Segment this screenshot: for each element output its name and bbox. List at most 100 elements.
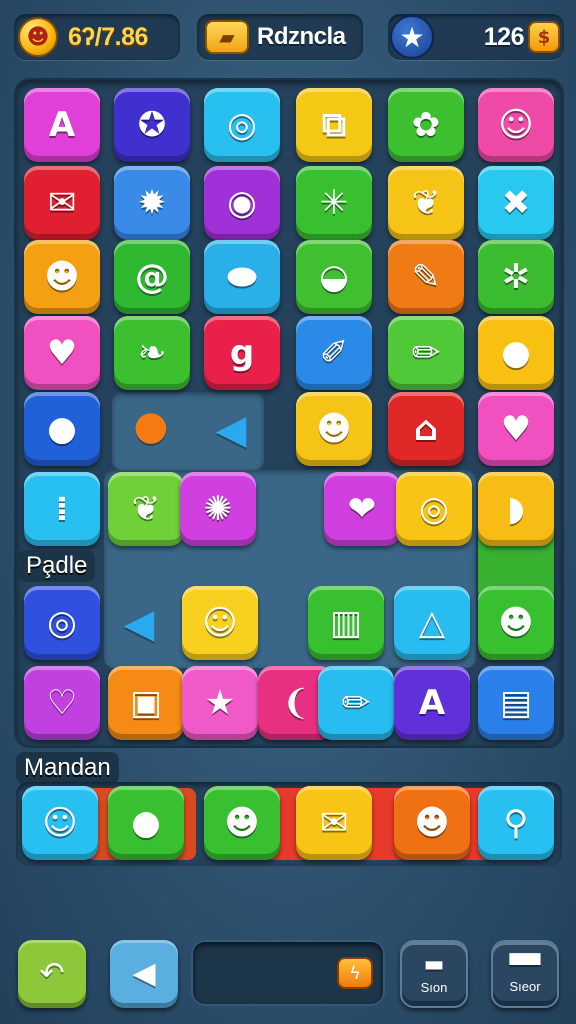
- tile-book-blue[interactable]: ▤: [478, 666, 554, 740]
- tile-pencil-blue-icon: ✐: [319, 333, 349, 373]
- tile-domino-cyan-icon: ⁞: [55, 489, 69, 529]
- tile-leaf-lime-icon: ❦: [131, 489, 161, 529]
- stats-button[interactable]: ▀▀ Sıeor: [491, 940, 559, 1008]
- tile-chat-red[interactable]: ✉: [24, 166, 100, 240]
- strip-devil-orange[interactable]: ☻: [394, 786, 470, 860]
- lightning-booster-icon[interactable]: ϟ: [337, 957, 373, 989]
- tile-triangle-cyan-icon: △: [418, 603, 446, 643]
- tile-heart-pink[interactable]: ♥: [24, 316, 100, 390]
- tile-g-red[interactable]: g: [204, 316, 280, 390]
- tile-letter-a-pink-icon: A: [48, 105, 76, 145]
- tile-leaf-lime[interactable]: ❦: [108, 472, 184, 546]
- tile-jar-orange[interactable]: ▣: [108, 666, 184, 740]
- tile-marker-green-icon: ✏: [411, 333, 441, 373]
- tile-turtle-green[interactable]: ✿: [388, 88, 464, 162]
- tile-bars-green[interactable]: ▥: [308, 586, 384, 660]
- tile-pencil-cyan[interactable]: ✏: [318, 666, 394, 740]
- tile-leaf-green-icon: ❧: [137, 333, 167, 373]
- tile-apple-blue[interactable]: ●: [24, 392, 100, 466]
- tile-bear-yellow[interactable]: ☺: [182, 586, 258, 660]
- tile-a-purple[interactable]: A: [394, 666, 470, 740]
- strip-envelope-yellow-icon: ✉: [319, 803, 349, 843]
- tile-star-pink[interactable]: ★: [182, 666, 258, 740]
- undo-icon: ↶: [39, 956, 65, 991]
- puzzle-board: A ✪ ◎ ⧉ ✿ ☺ ✉ ✹ ◉ ✳ ❦ ✖ ☻ @ ⬬ ◒ ✎ ✲ ♥ ❧ g ✐ ✏ ● ● ☻ ⌂ ♥ ⁞ ❦ ✺ ❤ ◎ ◗ ◎ ☺ ▥ △ ☻ ♡…: [16, 80, 562, 746]
- tile-a-purple-icon: A: [418, 683, 446, 723]
- tile-ring-blue-icon: ◎: [47, 603, 77, 643]
- tile-blocks-yellow[interactable]: ⧉: [296, 88, 372, 162]
- tile-star-shield[interactable]: ✪: [114, 88, 190, 162]
- section-label-one: Pa̧dle: [18, 550, 96, 582]
- tile-leaf-green[interactable]: ❧: [114, 316, 190, 390]
- tile-cross-cyan[interactable]: ✖: [478, 166, 554, 240]
- tile-cloud-pink[interactable]: ♥: [478, 392, 554, 466]
- strip-apple-green-icon: ●: [131, 803, 161, 843]
- strip-apple-green[interactable]: ●: [108, 786, 184, 860]
- tile-marker-green[interactable]: ✏: [388, 316, 464, 390]
- shop-label: Sıon: [420, 979, 448, 995]
- strip-smiley-cyan[interactable]: ☺: [22, 786, 98, 860]
- tile-swirl-cyan-icon: ◎: [227, 105, 257, 145]
- tile-sun-green[interactable]: ✳: [296, 166, 372, 240]
- tile-leaf-yellow[interactable]: ❦: [388, 166, 464, 240]
- tile-bear-green-icon: ☻: [498, 603, 534, 643]
- tile-sun-green-icon: ✳: [319, 183, 349, 223]
- tile-bear-green[interactable]: ☻: [478, 586, 554, 660]
- gold-bar-icon: ▰: [205, 20, 249, 54]
- tile-g-red-icon: g: [229, 333, 255, 373]
- tile-cat-orange[interactable]: ☻: [24, 240, 100, 314]
- tile-scroll-orange[interactable]: ✎: [388, 240, 464, 314]
- tile-bowl-green[interactable]: ◒: [296, 240, 372, 314]
- tile-leaf-yellow-icon: ❦: [411, 183, 441, 223]
- tile-pear-yellow[interactable]: ●: [478, 316, 554, 390]
- strip-magnifier-cyan[interactable]: ⚲: [478, 786, 554, 860]
- bird-piece-one[interactable]: ◀: [196, 400, 266, 460]
- strip-magnifier-cyan-icon: ⚲: [503, 803, 529, 843]
- lightning-glyph: ϟ: [349, 962, 361, 984]
- tile-target-yellow[interactable]: ◎: [396, 472, 472, 546]
- tile-letter-a-pink[interactable]: A: [24, 88, 100, 162]
- tile-apple-blue-icon: ●: [47, 409, 77, 449]
- bird-piece-two-icon: ◀: [123, 601, 155, 647]
- level-title-badge: ▰ Rdzncla: [197, 14, 363, 60]
- tile-swirl-cyan[interactable]: ◎: [204, 88, 280, 162]
- tile-cloud-pink-icon: ♥: [500, 409, 532, 449]
- tile-fox-blue[interactable]: ✹: [114, 166, 190, 240]
- section-label-two: Mandan: [16, 752, 119, 784]
- strip-envelope-yellow[interactable]: ✉: [296, 786, 372, 860]
- undo-button[interactable]: ↶: [18, 940, 86, 1008]
- stars-counter[interactable]: ★ 126 $: [388, 14, 564, 60]
- tile-spiral-green[interactable]: @: [114, 240, 190, 314]
- strip-cat-green[interactable]: ☻: [204, 786, 280, 860]
- tile-ring-purple[interactable]: ◉: [204, 166, 280, 240]
- tile-smiley-pink-icon: ☺: [498, 105, 534, 145]
- tile-pencil-blue[interactable]: ✐: [296, 316, 372, 390]
- tile-gear-green[interactable]: ✲: [478, 240, 554, 314]
- tile-devil-yellow[interactable]: ☻: [296, 392, 372, 466]
- star-icon: ★: [390, 15, 434, 59]
- drop-piece[interactable]: ●: [116, 396, 186, 456]
- tile-ribbon-magenta[interactable]: ❤: [324, 472, 400, 546]
- tile-oval-cyan[interactable]: ⬬: [204, 240, 280, 314]
- tile-tray: ☺ ● ☻ ✉ ☻ ⚲: [16, 782, 562, 866]
- tile-target-yellow-icon: ◎: [419, 489, 449, 529]
- tile-smiley-pink[interactable]: ☺: [478, 88, 554, 162]
- tile-shell-yellow-icon: ◗: [507, 489, 525, 529]
- tile-ring-blue[interactable]: ◎: [24, 586, 100, 660]
- tile-shell-yellow[interactable]: ◗: [478, 472, 554, 546]
- tile-heart-magenta[interactable]: ♡: [24, 666, 100, 740]
- coins-counter[interactable]: ☻ 6ʔ/7.86: [14, 14, 180, 60]
- coins-value: 6ʔ/7.86: [68, 22, 148, 51]
- tile-jar-orange-icon: ▣: [129, 683, 163, 723]
- tile-turtle-green-icon: ✿: [411, 105, 441, 145]
- tile-cat-orange-icon: ☻: [44, 257, 80, 297]
- tile-flower-magenta[interactable]: ✺: [180, 472, 256, 546]
- bird-piece-two[interactable]: ◀: [104, 594, 174, 654]
- tile-house-red[interactable]: ⌂: [388, 392, 464, 466]
- shop-button[interactable]: ▬ Sıon: [400, 940, 468, 1008]
- tile-cross-cyan-icon: ✖: [501, 183, 531, 223]
- tile-pencil-cyan-icon: ✏: [341, 683, 371, 723]
- sound-button[interactable]: ◀: [110, 940, 178, 1008]
- tile-triangle-cyan[interactable]: △: [394, 586, 470, 660]
- tile-domino-cyan[interactable]: ⁞: [24, 472, 100, 546]
